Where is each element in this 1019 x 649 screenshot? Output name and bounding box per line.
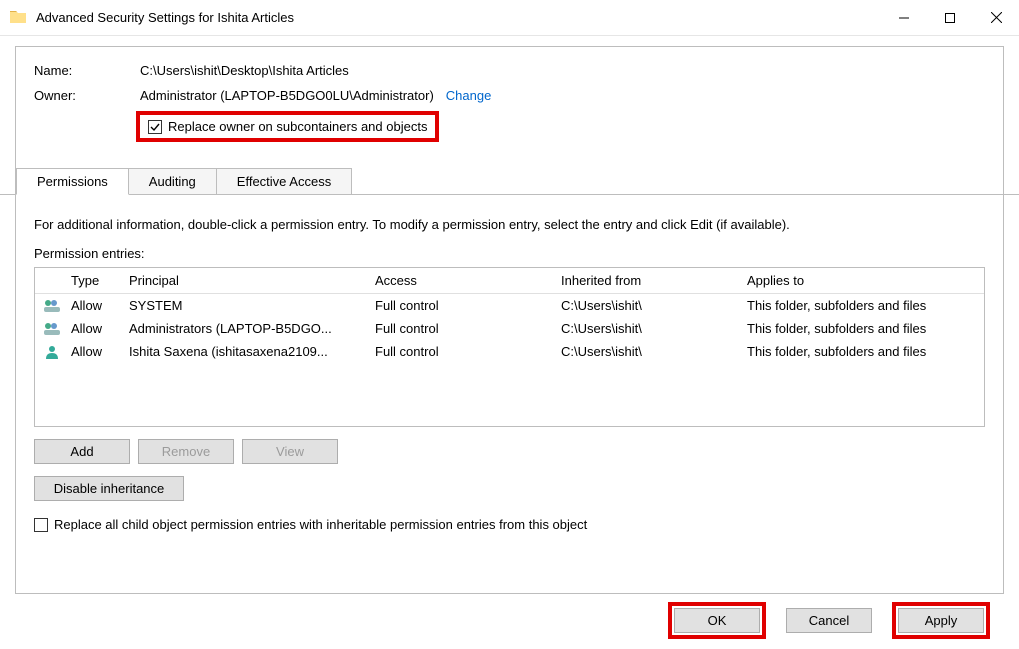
ok-highlight: OK	[668, 602, 766, 639]
change-owner-link[interactable]: Change	[446, 88, 492, 103]
table-row[interactable]: Allow Ishita Saxena (ishitasaxena2109...…	[35, 340, 984, 363]
permission-entries-table: Type Principal Access Inherited from App…	[34, 267, 985, 427]
tab-auditing[interactable]: Auditing	[128, 168, 217, 195]
table-row[interactable]: Allow Administrators (LAPTOP-B5DGO... Fu…	[35, 317, 984, 340]
view-button[interactable]: View	[242, 439, 338, 464]
group-icon	[43, 322, 71, 336]
group-icon	[43, 299, 71, 313]
folder-icon	[10, 9, 26, 26]
name-label: Name:	[34, 63, 140, 78]
replace-all-checkbox[interactable]	[34, 518, 48, 532]
remove-button[interactable]: Remove	[138, 439, 234, 464]
replace-owner-label: Replace owner on subcontainers and objec…	[168, 119, 427, 134]
maximize-button[interactable]	[927, 0, 973, 36]
entries-label: Permission entries:	[34, 246, 985, 261]
header-type[interactable]: Type	[71, 273, 129, 288]
table-header: Type Principal Access Inherited from App…	[35, 268, 984, 294]
name-row: Name: C:\Users\ishit\Desktop\Ishita Arti…	[34, 63, 985, 78]
add-button[interactable]: Add	[34, 439, 130, 464]
tabs: Permissions Auditing Effective Access	[16, 168, 985, 195]
user-icon	[43, 345, 71, 359]
header-applies[interactable]: Applies to	[747, 273, 976, 288]
disable-inheritance-button[interactable]: Disable inheritance	[34, 476, 184, 501]
tab-effective-access[interactable]: Effective Access	[216, 168, 352, 195]
header-inherited[interactable]: Inherited from	[561, 273, 747, 288]
table-row[interactable]: Allow SYSTEM Full control C:\Users\ishit…	[35, 294, 984, 317]
ok-button[interactable]: OK	[674, 608, 760, 633]
cancel-button[interactable]: Cancel	[786, 608, 872, 633]
header-principal[interactable]: Principal	[129, 273, 375, 288]
replace-owner-highlight: Replace owner on subcontainers and objec…	[136, 111, 439, 142]
apply-button[interactable]: Apply	[898, 608, 984, 633]
name-value: C:\Users\ishit\Desktop\Ishita Articles	[140, 63, 349, 78]
owner-value: Administrator (LAPTOP-B5DGO0LU\Administr…	[140, 88, 434, 103]
apply-highlight: Apply	[892, 602, 990, 639]
owner-row: Owner: Administrator (LAPTOP-B5DGO0LU\Ad…	[34, 88, 985, 103]
header-access[interactable]: Access	[375, 273, 561, 288]
replace-all-label: Replace all child object permission entr…	[54, 517, 587, 532]
replace-all-row: Replace all child object permission entr…	[34, 517, 985, 532]
close-button[interactable]	[973, 0, 1019, 36]
replace-owner-checkbox[interactable]	[148, 120, 162, 134]
titlebar: Advanced Security Settings for Ishita Ar…	[0, 0, 1019, 36]
minimize-button[interactable]	[881, 0, 927, 36]
window-title: Advanced Security Settings for Ishita Ar…	[36, 10, 294, 25]
info-text: For additional information, double-click…	[34, 217, 985, 232]
owner-label: Owner:	[34, 88, 140, 103]
tab-permissions[interactable]: Permissions	[16, 168, 129, 195]
